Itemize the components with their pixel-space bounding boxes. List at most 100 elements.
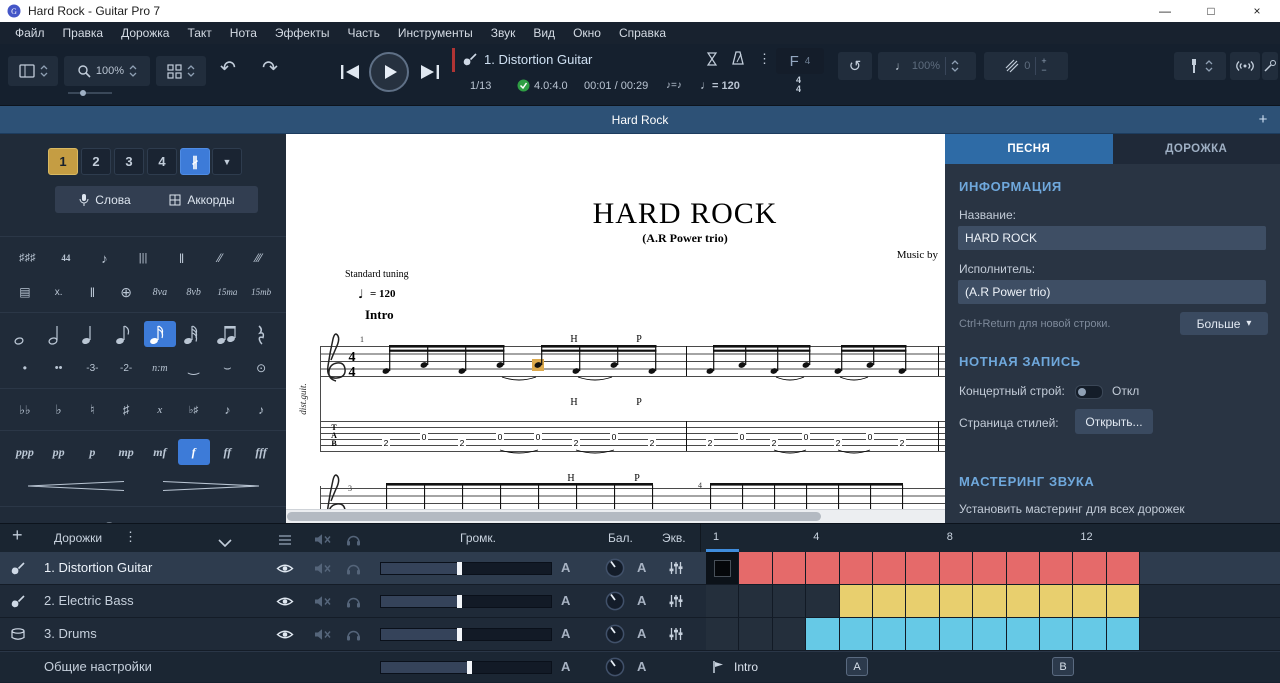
solo-headphones-icon[interactable] bbox=[346, 628, 361, 646]
tab-track[interactable]: ДОРОЖКА bbox=[1113, 134, 1280, 164]
bar-cell-13[interactable] bbox=[1107, 618, 1140, 650]
view-mode-button[interactable] bbox=[8, 56, 58, 86]
bar-cell-3[interactable] bbox=[773, 585, 806, 617]
loop-button[interactable]: ↺ bbox=[838, 52, 872, 80]
bar-cell-5[interactable] bbox=[840, 552, 873, 584]
bar-cell-4[interactable] bbox=[806, 552, 839, 584]
minus-icon[interactable]: − bbox=[1041, 66, 1046, 75]
document-tab[interactable]: Hard Rock bbox=[0, 106, 1280, 134]
tremolo-three-button[interactable]: ⁄⁄⁄ bbox=[240, 245, 277, 271]
key-signature-button[interactable]: ♯♯♯ bbox=[9, 245, 46, 271]
quindicesima-alta-button[interactable]: 15ma bbox=[212, 279, 244, 305]
eq-icon[interactable] bbox=[668, 593, 684, 614]
bar-cell-6[interactable] bbox=[873, 585, 906, 617]
visibility-eye-icon[interactable] bbox=[276, 595, 294, 613]
thirty-second-note-button[interactable] bbox=[178, 321, 210, 347]
voice-3-button[interactable]: 3 bbox=[114, 148, 144, 175]
simile-mark-button[interactable]: x. bbox=[43, 279, 75, 305]
mute-icon[interactable] bbox=[314, 562, 331, 580]
let-ring-button[interactable]: let ring bbox=[144, 515, 210, 523]
bar-cell-7[interactable] bbox=[906, 618, 939, 650]
hourglass-icon[interactable] bbox=[706, 51, 718, 72]
mute-all-icon[interactable] bbox=[314, 533, 331, 551]
track-name[interactable]: 3. Drums bbox=[44, 626, 97, 641]
palm-mute-button[interactable]: P.M. bbox=[212, 515, 278, 523]
double-flat-button[interactable]: ♭♭ bbox=[9, 397, 41, 423]
decrescendo-button[interactable] bbox=[144, 473, 277, 499]
current-track-name[interactable]: 1. Distortion Guitar bbox=[484, 52, 592, 67]
bar-cell-2[interactable] bbox=[739, 618, 772, 650]
track-row-1[interactable]: 1. Distortion Guitar A A bbox=[0, 552, 1280, 585]
bar-cell-10[interactable] bbox=[1007, 552, 1040, 584]
menu-item-7[interactable]: Часть bbox=[338, 22, 388, 44]
whole-note-button[interactable] bbox=[9, 321, 41, 347]
master-pan-automation[interactable]: A bbox=[637, 659, 646, 674]
marker-b[interactable]: B bbox=[1052, 657, 1074, 676]
coda-button[interactable]: ⊕ bbox=[110, 279, 142, 305]
track-name[interactable]: 1. Distortion Guitar bbox=[44, 560, 152, 575]
bar-cell-13[interactable] bbox=[1107, 552, 1140, 584]
crescendo-button[interactable] bbox=[9, 473, 142, 499]
dynamic-ff-button[interactable]: ff bbox=[212, 439, 244, 465]
bar-cell-12[interactable] bbox=[1073, 552, 1106, 584]
instrument-tuner-button[interactable] bbox=[1174, 52, 1226, 80]
master-balance-knob[interactable] bbox=[604, 656, 626, 683]
concert-pitch-toggle[interactable] bbox=[1075, 385, 1103, 399]
rest-button[interactable] bbox=[245, 321, 277, 347]
transport-menu-kebab-icon[interactable]: ⋮ bbox=[758, 51, 771, 67]
bar-cell-11[interactable] bbox=[1040, 585, 1073, 617]
volume-automation[interactable]: A bbox=[561, 626, 570, 641]
line-out-button[interactable] bbox=[1262, 52, 1278, 80]
solo-headphones-icon[interactable] bbox=[346, 562, 361, 580]
eq-icon[interactable] bbox=[668, 626, 684, 647]
scrollbar-thumb[interactable] bbox=[287, 512, 821, 521]
lyrics-button[interactable]: Слова bbox=[55, 186, 155, 213]
dynamic-f-button[interactable]: f bbox=[178, 439, 210, 465]
bar-cell-6[interactable] bbox=[873, 618, 906, 650]
maximize-button[interactable]: □ bbox=[1188, 0, 1234, 22]
solo-headphones-icon[interactable] bbox=[346, 595, 361, 613]
master-volume-slider[interactable] bbox=[380, 661, 552, 674]
quarter-note-button[interactable] bbox=[77, 321, 109, 347]
dynamic-mp-button[interactable]: mp bbox=[110, 439, 142, 465]
track-row-2[interactable]: 2. Electric BassAA bbox=[0, 585, 1280, 618]
bar-cell-12[interactable] bbox=[1073, 585, 1106, 617]
bar-cell-8[interactable] bbox=[940, 618, 973, 650]
volume-automation[interactable]: A bbox=[561, 560, 570, 575]
pan-automation[interactable]: A bbox=[637, 593, 646, 608]
menu-item-5[interactable]: Нота bbox=[221, 22, 266, 44]
score-page[interactable]: HARD ROCK (A.R Power trio) Music by Stan… bbox=[286, 134, 945, 523]
solo-all-headphones-icon[interactable] bbox=[346, 533, 361, 551]
free-time-button[interactable]: ||| bbox=[125, 245, 162, 271]
marker-a[interactable]: A bbox=[846, 657, 868, 676]
time-signature-button[interactable]: 44 bbox=[48, 245, 85, 271]
bar-cell-8[interactable] bbox=[940, 585, 973, 617]
track-list-icon[interactable] bbox=[278, 533, 292, 551]
bar-cell-13[interactable] bbox=[1107, 585, 1140, 617]
track-name[interactable]: 2. Electric Bass bbox=[44, 593, 134, 608]
triplet-button[interactable]: -3- bbox=[77, 355, 109, 381]
horizontal-scrollbar[interactable] bbox=[286, 509, 945, 523]
bar-cell-12[interactable] bbox=[1073, 618, 1106, 650]
pan-automation[interactable]: A bbox=[637, 560, 646, 575]
track-row-3[interactable]: 3. DrumsAA bbox=[0, 618, 1280, 651]
dotted-note-button[interactable]: • bbox=[9, 355, 41, 381]
zoom-slider[interactable] bbox=[68, 92, 112, 94]
open-stylesheet-button[interactable]: Открыть... bbox=[1075, 409, 1153, 434]
menu-item-6[interactable]: Эффекты bbox=[266, 22, 339, 44]
tremolo-two-button[interactable]: ⁄⁄ bbox=[202, 245, 239, 271]
staff-bracket-button[interactable]: ▤ bbox=[9, 279, 41, 305]
bar-cell-1[interactable] bbox=[706, 618, 739, 650]
undo-button[interactable]: ↶ bbox=[220, 57, 236, 80]
add-track-button[interactable]: + bbox=[12, 525, 23, 546]
menu-item-4[interactable]: Такт bbox=[178, 22, 220, 44]
menu-item-2[interactable]: Правка bbox=[54, 22, 113, 44]
bar-cell-9[interactable] bbox=[973, 585, 1006, 617]
bar-cell-10[interactable] bbox=[1007, 585, 1040, 617]
bar-cell-6[interactable] bbox=[873, 552, 906, 584]
double-sharp-button[interactable]: x bbox=[144, 397, 176, 423]
relative-speed-control[interactable]: ♩ 100% bbox=[878, 52, 976, 80]
ottava-alta-button[interactable]: 8va bbox=[144, 279, 176, 305]
note-equals-icon[interactable]: ♪=♪ bbox=[666, 80, 682, 91]
balance-knob[interactable] bbox=[604, 557, 626, 584]
